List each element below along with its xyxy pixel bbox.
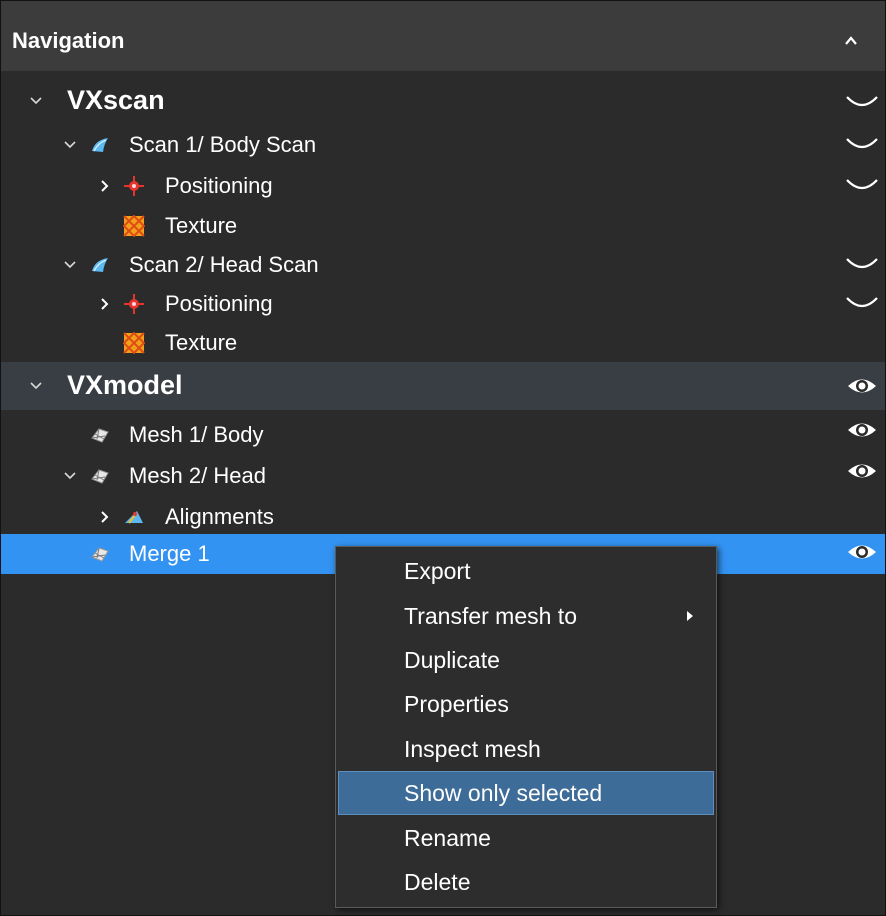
menu-item-label: Show only selected (404, 780, 603, 806)
menu-item-label: Rename (404, 825, 491, 851)
chevron-down-icon[interactable] (63, 258, 77, 272)
texture-icon (123, 332, 145, 354)
eye-icon[interactable] (844, 374, 880, 398)
tree-item-vxscan[interactable]: VXscan (1, 81, 885, 121)
eye-closed-icon[interactable] (844, 133, 880, 157)
tree-item-label: Merge 1 (129, 541, 210, 566)
tree-item-texture-1[interactable]: Texture (1, 206, 885, 246)
tree-item-scan-2[interactable]: Scan 2/ Head Scan (1, 245, 885, 285)
eye-closed-icon[interactable] (844, 253, 880, 277)
tree-item-label: Texture (165, 213, 238, 238)
tree-item-label: Texture (165, 330, 238, 355)
menu-item-delete[interactable]: Delete (338, 860, 714, 904)
tree-item-mesh-2[interactable]: Mesh 2/ Head (1, 456, 885, 496)
panel-title: Navigation (12, 28, 125, 53)
eye-icon[interactable] (844, 418, 880, 442)
menu-item-show-only-selected[interactable]: Show only selected (338, 771, 714, 815)
chevron-down-icon[interactable] (63, 138, 77, 152)
tree-item-label: Positioning (165, 173, 273, 198)
menu-item-label: Properties (404, 691, 509, 717)
mesh-icon (89, 424, 111, 446)
chevron-down-icon[interactable] (63, 469, 77, 483)
tree-item-label: Scan 1/ Body Scan (129, 132, 317, 157)
chevron-right-icon[interactable] (98, 510, 112, 524)
tree-item-label: Positioning (165, 291, 273, 316)
positioning-target-icon (123, 175, 145, 197)
tree-item-label: Mesh 2/ Head (129, 463, 266, 488)
tree-item-positioning-2[interactable]: Positioning (1, 284, 885, 324)
context-menu: Export Transfer mesh to Duplicate Proper… (335, 546, 717, 908)
tree-item-label: Alignments (165, 504, 274, 529)
mesh-icon (89, 465, 111, 487)
texture-icon (123, 215, 145, 237)
tree-item-mesh-1[interactable]: Mesh 1/ Body (1, 415, 885, 455)
tree-item-vxmodel[interactable]: VXmodel (1, 362, 885, 410)
chevron-down-icon[interactable] (29, 379, 43, 393)
scan-icon (89, 134, 111, 156)
tree-item-label: Mesh 1/ Body (129, 422, 264, 447)
eye-closed-icon[interactable] (844, 292, 880, 316)
tree-item-texture-2[interactable]: Texture (1, 323, 885, 363)
chevron-right-icon[interactable] (98, 179, 112, 193)
menu-item-label: Duplicate (404, 647, 500, 673)
chevron-right-icon[interactable] (98, 297, 112, 311)
menu-item-export[interactable]: Export (338, 549, 714, 593)
eye-icon[interactable] (844, 459, 880, 483)
menu-item-label: Transfer mesh to (404, 603, 577, 629)
scan-icon (89, 254, 111, 276)
tree-item-label: Scan 2/ Head Scan (129, 252, 319, 277)
eye-icon[interactable] (844, 540, 880, 564)
panel-header[interactable]: Navigation (1, 1, 885, 71)
eye-closed-icon[interactable] (844, 174, 880, 198)
tree-item-label: VXmodel (67, 370, 183, 400)
tree-item-positioning-1[interactable]: Positioning (1, 166, 885, 206)
menu-item-label: Export (404, 558, 471, 584)
menu-item-inspect-mesh[interactable]: Inspect mesh (338, 727, 714, 771)
tree-item-alignments[interactable]: Alignments (1, 497, 885, 537)
menu-item-label: Inspect mesh (404, 736, 541, 762)
tree-item-scan-1[interactable]: Scan 1/ Body Scan (1, 125, 885, 165)
tree-item-label: VXscan (67, 85, 165, 115)
menu-item-rename[interactable]: Rename (338, 816, 714, 860)
menu-item-label: Delete (404, 869, 471, 895)
mesh-icon (89, 543, 111, 565)
chevron-down-icon[interactable] (29, 94, 43, 108)
menu-item-properties[interactable]: Properties (338, 682, 714, 726)
submenu-arrow-icon (687, 611, 693, 621)
menu-item-transfer-mesh-to[interactable]: Transfer mesh to (338, 594, 714, 638)
menu-item-duplicate[interactable]: Duplicate (338, 638, 714, 682)
alignments-icon (123, 506, 145, 528)
positioning-target-icon (123, 293, 145, 315)
eye-closed-icon[interactable] (844, 91, 880, 115)
chevron-up-icon[interactable] (844, 34, 858, 48)
